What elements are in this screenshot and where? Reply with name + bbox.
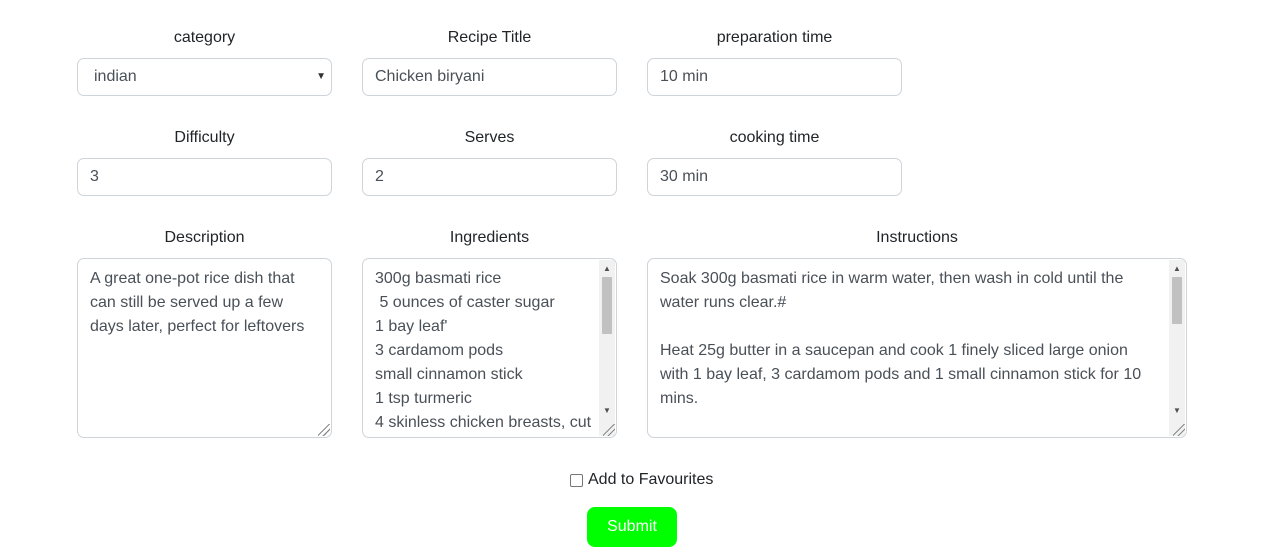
scroll-down-icon[interactable]: ▼ [599, 404, 615, 418]
preparation-time-label: preparation time [716, 29, 833, 46]
serves-label: Serves [464, 129, 515, 146]
instructions-text: Soak 300g basmati rice in warm water, th… [660, 270, 1142, 407]
ingredients-text: 300g basmati rice 5 ounces of caster sug… [375, 270, 592, 431]
resize-handle-icon[interactable] [1173, 424, 1185, 436]
ingredients-scroll-thumb[interactable] [602, 277, 612, 334]
ingredients-label: Ingredients [449, 229, 530, 246]
recipe-title-label: Recipe Title [447, 29, 532, 46]
scroll-up-icon[interactable]: ▲ [599, 262, 615, 276]
instructions-label: Instructions [876, 229, 958, 246]
category-select[interactable]: indian ▼ [77, 58, 332, 96]
favourites-label[interactable]: Add to Favourites [588, 471, 713, 489]
recipe-title-input[interactable]: Chicken biryani [362, 58, 617, 96]
instructions-scroll-thumb[interactable] [1172, 277, 1182, 324]
chevron-down-icon: ▼ [316, 71, 326, 82]
category-selected-value: indian [94, 68, 137, 85]
ingredients-scrollbar[interactable]: ▲ ▼ [599, 260, 615, 436]
description-textarea[interactable]: A great one-pot rice dish that can still… [77, 258, 332, 438]
instructions-textarea[interactable]: Soak 300g basmati rice in warm water, th… [647, 258, 1187, 438]
description-text: A great one-pot rice dish that can still… [90, 270, 305, 335]
scroll-down-icon[interactable]: ▼ [1169, 404, 1185, 418]
submit-button[interactable]: Submit [587, 507, 677, 547]
difficulty-label: Difficulty [174, 129, 235, 146]
favourites-row[interactable]: Add to Favourites [570, 470, 713, 490]
serves-input[interactable]: 2 [362, 158, 617, 196]
ingredients-textarea[interactable]: 300g basmati rice 5 ounces of caster sug… [362, 258, 617, 438]
instructions-scrollbar[interactable]: ▲ ▼ [1169, 260, 1185, 436]
preparation-time-input[interactable]: 10 min [647, 58, 902, 96]
difficulty-input[interactable]: 3 [77, 158, 332, 196]
description-label: Description [164, 229, 245, 246]
resize-handle-icon[interactable] [318, 424, 330, 436]
favourites-checkbox[interactable] [570, 473, 583, 487]
resize-handle-icon[interactable] [603, 424, 615, 436]
category-label: category [173, 29, 236, 46]
scroll-up-icon[interactable]: ▲ [1169, 262, 1185, 276]
cooking-time-input[interactable]: 30 min [647, 158, 902, 196]
cooking-time-label: cooking time [729, 129, 820, 146]
